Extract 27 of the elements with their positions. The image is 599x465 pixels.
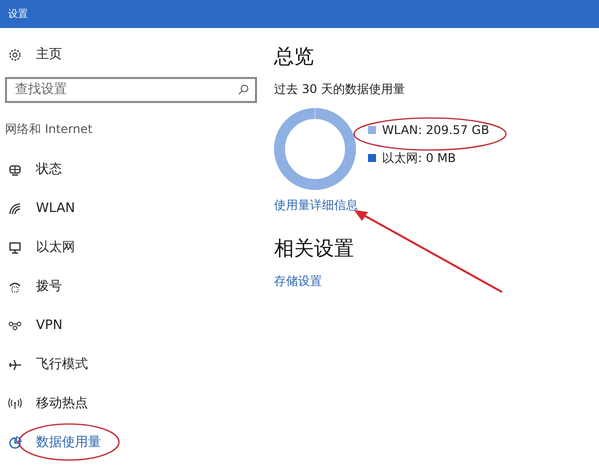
nav-item[interactable]: 飞行模式 [0,345,262,384]
monitor-icon [8,240,22,254]
legend-label: WLAN: 209.57 GB [382,122,490,139]
storage-settings-link[interactable]: 存储设置 [274,272,490,290]
section-title: 总览 [274,43,315,70]
nav-item[interactable]: 状态 [0,150,262,189]
subtitle: 过去 30 天的数据使用量 [274,81,406,98]
home-link[interactable]: 主页 [36,45,62,65]
window-title: 设置 [8,8,28,22]
link-nodes-icon [8,318,22,332]
pie-icon [8,436,22,450]
search-icon [238,84,249,95]
nav-item[interactable]: VPN [0,306,262,345]
wifi-icon [8,202,22,216]
legend-label: 以太网: 0 MB [382,150,456,167]
antenna-icon [8,396,22,410]
section-title: 相关设置 [274,235,355,262]
airplane-icon [8,358,22,372]
details-link[interactable]: 使用量详细信息 [274,196,490,214]
nav-item[interactable]: 移动热点 [0,384,262,423]
section-header: 网络和 Internet [4,121,94,138]
gear-icon [8,48,22,62]
nav-item[interactable]: 数据使用量 [0,423,262,462]
nav-item[interactable]: WLAN [0,189,262,228]
nav-item[interactable]: 以太网 [0,228,262,267]
nav-item[interactable]: 拨号 [0,267,262,306]
search-field[interactable]: 查找设置 [5,76,257,102]
